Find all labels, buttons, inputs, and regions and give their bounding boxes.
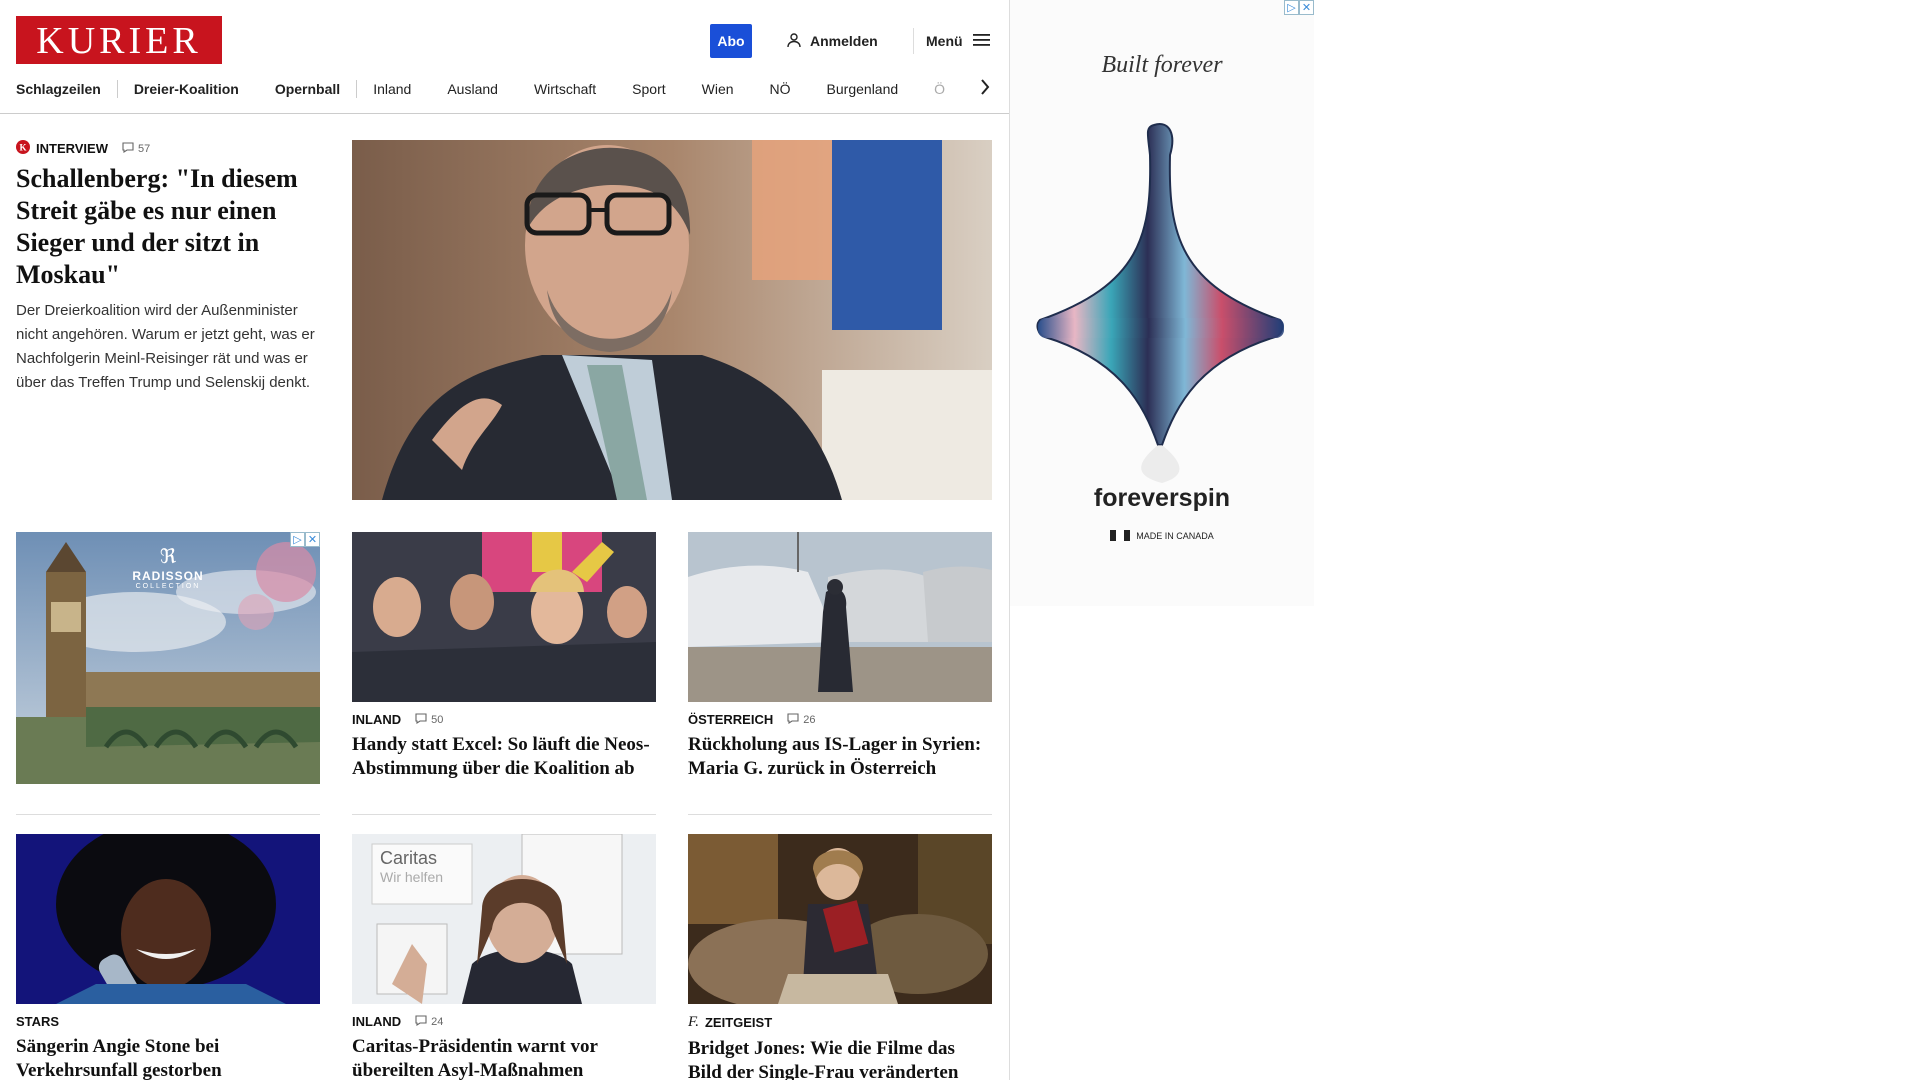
lead-article[interactable]: K INTERVIEW 57 Schallenberg: "In diesem … — [16, 140, 326, 395]
nav-item-burgenland[interactable]: Burgenland — [827, 81, 899, 97]
article-category-label: ÖSTERREICH — [688, 712, 774, 727]
nav-scroll-right-button[interactable] — [975, 78, 995, 100]
abo-button[interactable]: Abo — [710, 24, 752, 58]
article-card[interactable]: f. ZEITGEIST Bridget Jones: Wie die Film… — [688, 834, 992, 1080]
article-image[interactable] — [688, 834, 992, 1004]
kurier-k-icon: K — [16, 140, 30, 157]
article-headline[interactable]: Rückholung aus IS-Lager in Syrien: Maria… — [688, 733, 992, 781]
ad-radisson-sub: COLLECTION — [135, 583, 201, 590]
hamburger-icon — [972, 33, 991, 50]
ad-tagline: Built forever — [1101, 52, 1223, 78]
card-divider — [16, 814, 320, 815]
news-page: KURIER Abo Anmelden Menü Schlagzeilen Dr… — [0, 0, 1010, 1080]
article-headline[interactable]: Bridget Jones: Wie die Filme das Bild de… — [688, 1037, 992, 1080]
menu-button[interactable]: Menü — [926, 30, 991, 52]
site-header: KURIER Abo Anmelden Menü Schlagzeilen Dr… — [0, 0, 1009, 114]
article-card[interactable]: INLAND 50 Handy statt Excel: So läuft di… — [352, 532, 656, 781]
nav-item-noe[interactable]: NÖ — [770, 81, 791, 97]
advertisement-foreverspin[interactable]: ▷ ✕ Built forever foreverspin MADE IN CA… — [1010, 0, 1314, 606]
nav-item-schlagzeilen[interactable]: Schlagzeilen — [16, 81, 101, 97]
comment-count[interactable]: 26 — [787, 712, 816, 727]
article-category-label: ZEITGEIST — [704, 1015, 773, 1030]
article-headline[interactable]: Handy statt Excel: So läuft die Neos-Abs… — [352, 733, 656, 781]
card-divider — [352, 814, 656, 815]
ad-radisson-logo: ℜ RADISSON COLLECTION — [16, 544, 320, 590]
article-category-label: INLAND — [352, 712, 402, 727]
close-icon[interactable]: ✕ — [305, 532, 320, 547]
login-button[interactable]: Anmelden — [786, 30, 878, 52]
kurier-logo[interactable]: KURIER — [16, 16, 222, 64]
comment-count-value: 24 — [431, 1015, 444, 1028]
nav-item-wien[interactable]: Wien — [702, 81, 734, 97]
article-headline[interactable]: Caritas-Präsidentin warnt vor übereilten… — [352, 1035, 656, 1080]
lead-headline[interactable]: Schallenberg: "In diesem Streit gäbe es … — [16, 163, 326, 291]
article-image[interactable] — [16, 834, 320, 1004]
comment-count[interactable]: 24 — [415, 1014, 444, 1029]
comment-count[interactable]: 50 — [415, 712, 444, 727]
spinning-top-graphic — [1036, 123, 1284, 483]
close-icon[interactable]: ✕ — [1299, 0, 1314, 15]
nav-divider — [116, 80, 118, 98]
article-category-label: INLAND — [352, 1014, 402, 1029]
article-card[interactable]: Caritas Wir helfen INLAND 24 Caritas-Prä… — [352, 834, 656, 1080]
card-divider — [688, 814, 992, 815]
ad-made-in: MADE IN CANADA — [1010, 530, 1314, 541]
comment-icon — [787, 712, 799, 727]
nav-divider — [356, 80, 358, 98]
canada-flag-icon — [1110, 530, 1131, 541]
article-category: STARS — [16, 1014, 320, 1029]
svg-text:Caritas: Caritas — [380, 848, 437, 868]
ad-made-in-label: MADE IN CANADA — [1136, 530, 1214, 541]
header-divider — [913, 28, 914, 54]
article-card[interactable]: ÖSTERREICH 26 Rückholung aus IS-Lager in… — [688, 532, 992, 781]
ad-choices[interactable]: ▷ ✕ — [290, 532, 320, 547]
user-icon — [786, 32, 802, 51]
article-category: INLAND 24 — [352, 1014, 656, 1029]
nav-item-truncated[interactable]: Ö — [934, 81, 945, 97]
article-category: ÖSTERREICH 26 — [688, 712, 992, 727]
article-category: INLAND 50 — [352, 712, 656, 727]
lead-category: K INTERVIEW 57 — [16, 140, 326, 157]
article-category: f. ZEITGEIST — [688, 1014, 992, 1031]
adchoices-icon[interactable]: ▷ — [1284, 0, 1299, 15]
nav-item-dreier-koalition[interactable]: Dreier-Koalition — [134, 81, 239, 97]
article-category-label: STARS — [16, 1014, 60, 1029]
zeitgeist-f-icon: f. — [688, 1014, 699, 1030]
ad-radisson-brand: RADISSON — [132, 569, 204, 583]
nav-item-opernball[interactable]: Opernball — [275, 81, 340, 97]
category-nav: Schlagzeilen Dreier-Koalition Opernball … — [16, 78, 996, 100]
comment-icon — [415, 712, 427, 727]
ad-choices[interactable]: ▷ ✕ — [1284, 0, 1314, 15]
advertisement-radisson[interactable]: ℜ RADISSON COLLECTION ▷ ✕ — [16, 532, 320, 784]
nav-item-wirtschaft[interactable]: Wirtschaft — [534, 81, 596, 97]
adchoices-icon[interactable]: ▷ — [290, 532, 305, 547]
comment-count[interactable]: 57 — [122, 141, 151, 156]
article-image[interactable] — [352, 532, 656, 702]
lead-teaser: Der Dreierkoalition wird der Außenminist… — [16, 302, 315, 391]
menu-label: Menü — [926, 33, 963, 49]
comment-count-value: 57 — [138, 142, 151, 155]
ad-brand: foreverspin — [1093, 484, 1231, 512]
chevron-right-icon — [980, 78, 990, 100]
comment-count-value: 50 — [431, 713, 444, 726]
comment-icon — [415, 1014, 427, 1029]
nav-item-ausland[interactable]: Ausland — [447, 81, 498, 97]
article-card[interactable]: STARS Sängerin Angie Stone bei Verkehrsu… — [16, 834, 320, 1080]
article-image[interactable] — [688, 532, 992, 702]
lead-category-label: INTERVIEW — [36, 141, 108, 156]
article-image[interactable]: Caritas Wir helfen — [352, 834, 656, 1004]
lead-image[interactable] — [352, 140, 992, 500]
nav-item-sport[interactable]: Sport — [632, 81, 665, 97]
comment-icon — [122, 141, 134, 156]
comment-count-value: 26 — [803, 713, 816, 726]
nav-item-inland[interactable]: Inland — [373, 81, 411, 97]
svg-text:Wir helfen: Wir helfen — [380, 869, 443, 885]
svg-text:K: K — [19, 143, 26, 153]
article-headline[interactable]: Sängerin Angie Stone bei Verkehrsunfall … — [16, 1035, 320, 1080]
login-label: Anmelden — [810, 33, 878, 49]
